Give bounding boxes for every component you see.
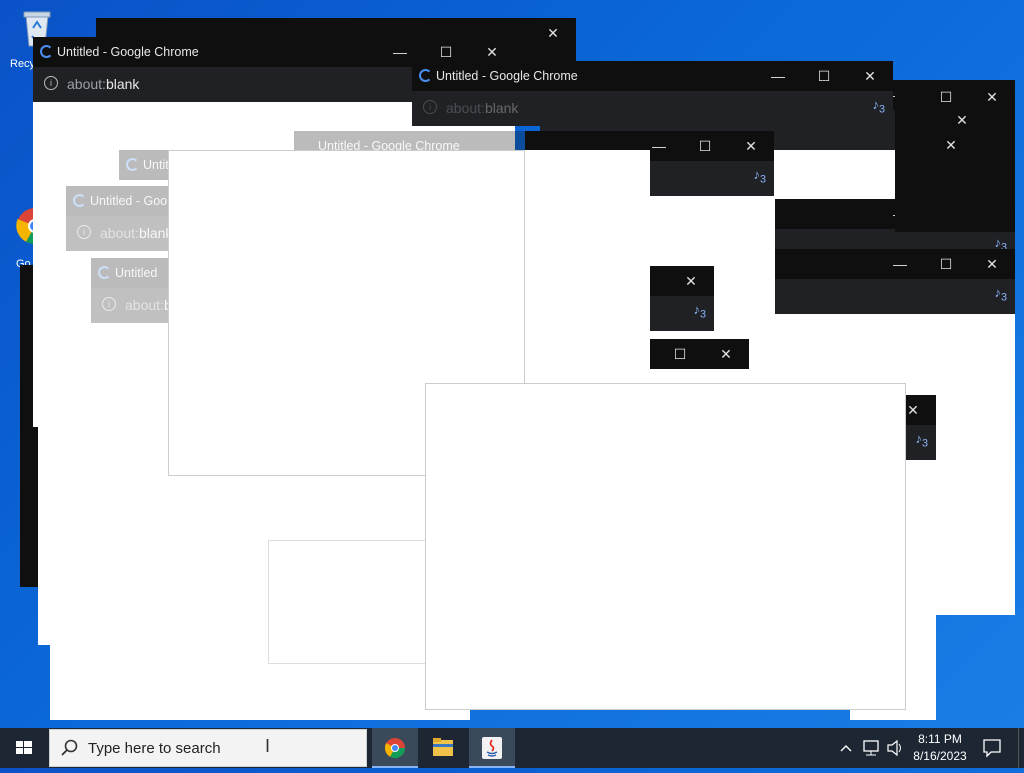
close-button[interactable]: ✕ <box>928 130 974 160</box>
search-placeholder: Type here to search <box>88 740 221 757</box>
extension-badge: 3 <box>759 173 766 186</box>
browser-window-back-12[interactable]: ☐ ✕ ✕ ✕ <box>895 82 1015 232</box>
address-bar[interactable]: i about:blank ♪3 <box>412 91 893 126</box>
loading-spinner-icon <box>98 266 111 279</box>
loading-spinner-icon <box>40 45 53 58</box>
extension-icon[interactable]: ♪3 <box>915 431 928 450</box>
taskbar: Type here to search I 8:11 PM 8/16/2023 <box>0 728 1024 768</box>
extension-icon[interactable]: ♪3 <box>693 302 706 321</box>
loading-spinner-icon <box>419 69 432 82</box>
title-bar[interactable]: — ☐ ✕ <box>775 249 1015 279</box>
volume-icon[interactable] <box>884 728 906 768</box>
windows-logo-icon <box>16 741 32 754</box>
url-text[interactable]: about:blank <box>67 76 139 92</box>
folder-icon <box>433 738 453 756</box>
maximize-button[interactable]: ☐ <box>801 61 847 91</box>
close-button[interactable]: ✕ <box>728 131 774 161</box>
java-icon <box>482 737 502 759</box>
search-icon <box>61 739 78 756</box>
extension-badge: 3 <box>1000 291 1007 304</box>
clock-time: 8:11 PM <box>918 732 962 746</box>
text-cursor-icon: I <box>265 736 271 756</box>
maximize-button[interactable]: ☐ <box>657 339 703 369</box>
taskbar-app-java[interactable] <box>469 728 515 768</box>
browser-window-ghost-d[interactable]: Untit <box>119 150 174 180</box>
site-info-icon[interactable]: i <box>77 225 91 239</box>
title-bar[interactable]: Untitled - Google Chrome — ☐ ✕ <box>412 61 893 91</box>
window-title: Untitled - Google Chrome <box>436 69 578 83</box>
tray-chevron-icon[interactable] <box>838 728 854 768</box>
extension-badge: 3 <box>699 308 706 321</box>
site-info-icon[interactable]: i <box>423 100 437 114</box>
taskbar-search-box[interactable]: Type here to search I <box>49 729 367 767</box>
recycle-bin-label: Recy <box>10 58 36 70</box>
extension-icon[interactable]: ♪3 <box>994 285 1007 304</box>
url-text[interactable]: about:blank <box>100 225 172 241</box>
maximize-button[interactable]: ☐ <box>923 249 969 279</box>
close-button[interactable]: ✕ <box>668 266 714 296</box>
taskbar-app-file-explorer[interactable] <box>420 728 466 768</box>
chrome-icon <box>384 738 406 759</box>
extension-icon[interactable]: ♪3 <box>872 97 885 116</box>
close-button[interactable]: ✕ <box>847 61 893 91</box>
site-info-icon[interactable]: i <box>44 76 58 90</box>
window-title: Untitled - Google Chrome <box>57 45 199 59</box>
taskbar-app-chrome[interactable] <box>372 728 418 768</box>
title-bar[interactable]: Untit <box>119 150 174 180</box>
window-title: Untitled <box>115 266 158 280</box>
browser-window-back-11[interactable] <box>268 540 428 664</box>
close-button[interactable]: ✕ <box>703 339 749 369</box>
close-button[interactable]: ✕ <box>969 249 1015 279</box>
minimize-button[interactable]: — <box>755 61 801 91</box>
network-icon[interactable] <box>860 728 882 768</box>
window-title: Untit <box>143 158 169 172</box>
minimize-button[interactable]: — <box>877 249 923 279</box>
start-button[interactable] <box>0 728 48 768</box>
loading-spinner-icon <box>73 194 86 207</box>
window-title: Untitled - Goo <box>90 194 168 208</box>
browser-window-main-2[interactable]: Untitled - Google Chrome — ☐ ✕ i about:b… <box>412 61 893 126</box>
clock-date: 8/16/2023 <box>913 749 967 763</box>
clock[interactable]: 8:11 PM 8/16/2023 <box>908 728 972 768</box>
maximize-button[interactable]: ☐ <box>682 131 728 161</box>
blank-window-3[interactable] <box>425 383 906 710</box>
site-info-icon[interactable]: i <box>102 297 116 311</box>
show-desktop-button[interactable] <box>1018 728 1024 768</box>
extension-icon[interactable]: ♪3 <box>753 167 766 186</box>
url-text[interactable]: about:blank <box>446 100 518 116</box>
notification-center-icon[interactable] <box>976 728 1008 768</box>
extension-badge: 3 <box>878 103 885 116</box>
close-button[interactable]: ✕ <box>530 18 576 48</box>
address-bar[interactable]: ♪3 <box>775 279 1015 314</box>
extension-badge: 3 <box>921 437 928 450</box>
loading-spinner-icon <box>126 158 139 171</box>
